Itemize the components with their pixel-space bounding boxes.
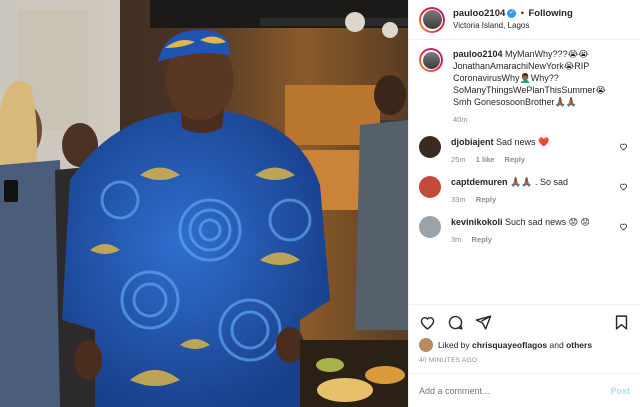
comment-username[interactable]: djobiajent	[451, 137, 494, 147]
commenter-avatar[interactable]	[419, 176, 441, 198]
likes-summary: Liked by chrisquayeoflagos and others	[419, 338, 630, 352]
likes-conj: and	[549, 340, 564, 350]
header-text: pauloo2104 ✓ • Following Victoria Island,…	[453, 7, 573, 32]
comment-time[interactable]: 33m	[451, 195, 466, 204]
author-avatar[interactable]	[419, 6, 445, 33]
comment-like-heart-icon[interactable]	[619, 222, 628, 231]
author-username[interactable]: pauloo2104	[453, 8, 505, 19]
post-photo[interactable]	[0, 0, 408, 407]
comments-list[interactable]: pauloo2104 MyManWhy???😭😭 JonathanAmarach…	[409, 40, 640, 304]
comment-time[interactable]: 25m	[451, 155, 466, 164]
photo-illustration	[0, 0, 408, 407]
instagram-post: pauloo2104 ✓ • Following Victoria Island,…	[0, 0, 640, 407]
caption: pauloo2104 MyManWhy???😭😭 JonathanAmarach…	[419, 48, 630, 126]
comment-time[interactable]: 3m	[451, 235, 461, 244]
likes-prefix: Liked by	[438, 340, 470, 350]
comment-icon[interactable]	[447, 314, 464, 331]
liker-avatar[interactable]	[419, 338, 433, 352]
comment-reply-button[interactable]: Reply	[476, 195, 496, 204]
comment-like-heart-icon[interactable]	[619, 182, 628, 191]
likes-others-link[interactable]: others	[566, 340, 592, 350]
commenter-avatar[interactable]	[419, 216, 441, 238]
comment-composer: Post	[409, 373, 640, 407]
comment-item: djobiajent Sad news ❤️ 25m 1 like Reply	[419, 136, 630, 166]
caption-author-avatar[interactable]	[419, 48, 443, 72]
comment-reply-button[interactable]: Reply	[505, 155, 525, 164]
comment-like-heart-icon[interactable]	[619, 142, 628, 151]
comment-item: kevinikokoli Such sad news 😟 😟 3m Reply	[419, 216, 630, 246]
comment-username[interactable]: kevinikokoli	[451, 217, 503, 227]
post-comment-button[interactable]: Post	[610, 386, 630, 396]
verified-badge-icon: ✓	[507, 9, 517, 19]
bookmark-icon[interactable]	[613, 314, 630, 331]
caption-time[interactable]: 40m	[453, 115, 468, 124]
comment-text: Sad news ❤️	[496, 137, 550, 147]
location-link[interactable]: Victoria Island, Lagos	[453, 20, 573, 32]
following-button[interactable]: Following	[528, 8, 572, 19]
liker-username[interactable]: chrisquayeoflagos	[472, 340, 547, 350]
post-side-panel: pauloo2104 ✓ • Following Victoria Island,…	[408, 0, 640, 407]
share-icon[interactable]	[475, 314, 492, 331]
heart-icon[interactable]	[419, 314, 436, 331]
separator-dot: •	[520, 8, 524, 18]
comment-likes-count[interactable]: 1 like	[476, 155, 495, 164]
comment-item: captdemuren 🙏🏾🙏🏾 . So sad 33m Reply	[419, 176, 630, 206]
comment-reply-button[interactable]: Reply	[472, 235, 492, 244]
post-actions: Liked by chrisquayeoflagos and others 40…	[409, 304, 640, 364]
action-icons	[419, 311, 630, 333]
comment-username[interactable]: captdemuren	[451, 177, 508, 187]
add-comment-input[interactable]	[419, 385, 611, 396]
comment-text: Such sad news 😟 😟	[505, 217, 590, 227]
post-timestamp[interactable]: 40 MINUTES AGO	[419, 357, 630, 364]
caption-username[interactable]: pauloo2104	[453, 49, 503, 59]
commenter-avatar[interactable]	[419, 136, 441, 158]
post-header: pauloo2104 ✓ • Following Victoria Island,…	[409, 0, 640, 40]
comment-text: 🙏🏾🙏🏾 . So sad	[510, 177, 568, 187]
